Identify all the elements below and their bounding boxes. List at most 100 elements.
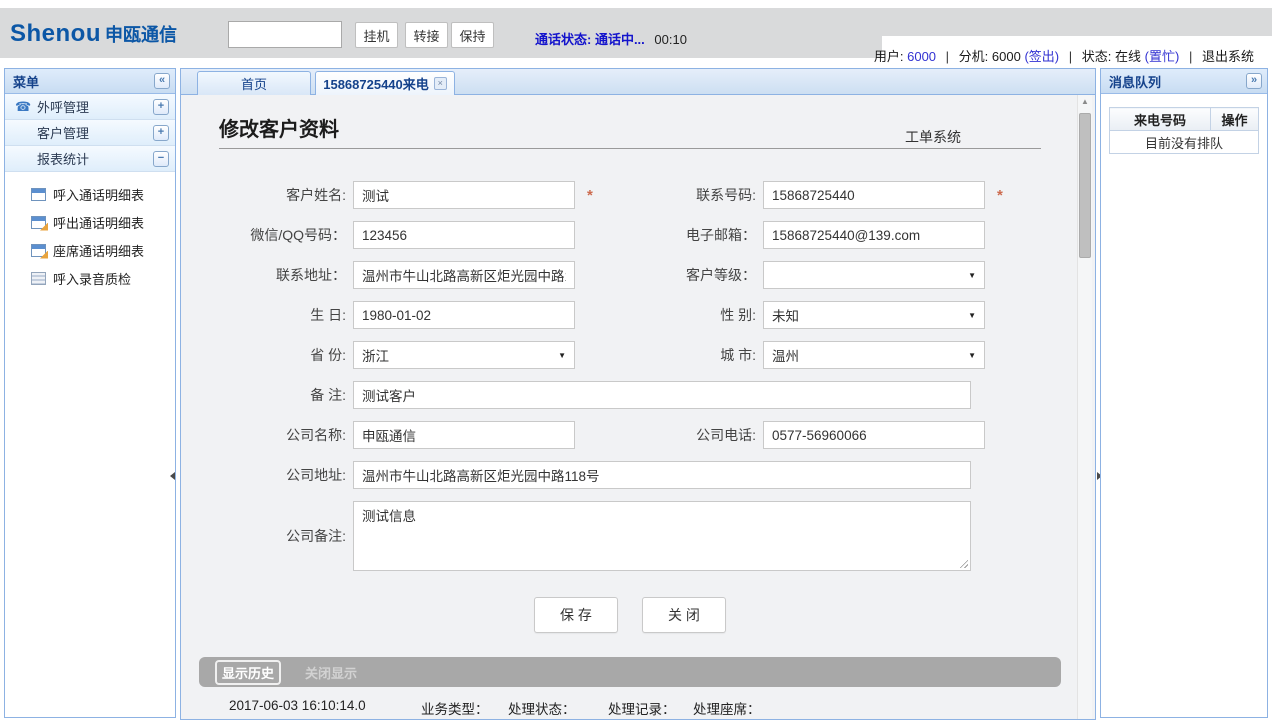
phone-icon: ☎ [15, 99, 31, 115]
menu-panel: 菜单 « ☎ 外呼管理 + 客户管理 + 报表统计 − 呼入通话明细表 呼出通话… [4, 68, 176, 718]
collapse-group-icon[interactable]: − [153, 151, 169, 167]
group-icon-slot [15, 151, 31, 167]
menu-item-label: 呼入通话明细表 [53, 185, 144, 204]
contact-address-label: 联系地址： [181, 265, 346, 285]
wechat-qq-input[interactable] [353, 221, 575, 249]
queue-empty-text: 目前没有排队 [1110, 131, 1259, 154]
logo-en: Shenou [10, 20, 101, 47]
customer-name-label: 客户姓名: [181, 185, 346, 205]
hide-history-button[interactable]: 关闭显示 [305, 663, 357, 682]
history-record-time: 2017-06-03 16:10:14.0 [229, 698, 366, 713]
user-id-link[interactable]: 6000 [907, 49, 936, 64]
menu-item-inbound-call-report[interactable]: 呼入通话明细表 [5, 180, 175, 208]
hold-button[interactable]: 保持 [451, 22, 494, 48]
close-button[interactable]: 关 闭 [642, 597, 726, 633]
menu-item-outbound-call-report[interactable]: 呼出通话明细表 [5, 208, 175, 236]
tab-label: 首页 [241, 74, 267, 93]
email-input[interactable] [763, 221, 985, 249]
province-select[interactable]: 浙江 ▼ [353, 341, 575, 369]
scrollbar-thumb[interactable] [1079, 113, 1091, 258]
separator: | [1069, 49, 1072, 64]
hangup-button[interactable]: 挂机 [355, 22, 398, 48]
left-splitter-collapse-handle[interactable] [170, 472, 175, 480]
history-process-agent-label: 处理座席： [693, 698, 761, 718]
separator: | [946, 49, 949, 64]
contact-number-input[interactable] [763, 181, 985, 209]
company-phone-input[interactable] [763, 421, 985, 449]
show-history-button[interactable]: 显示历史 [215, 660, 281, 685]
queue-panel-header: 消息队列 » [1101, 69, 1267, 94]
collapse-menu-button[interactable]: « [154, 73, 170, 89]
menu-item-label: 座席通话明细表 [53, 241, 144, 260]
group-icon-slot [15, 125, 31, 141]
select-value: 温州 [772, 345, 799, 365]
logo: Shenou申瓯通信 [10, 20, 177, 48]
work-order-link[interactable]: 工单系统 [905, 127, 961, 147]
menu-group-customer[interactable]: 客户管理 + [5, 120, 175, 146]
company-address-input[interactable] [353, 461, 971, 489]
logout-link[interactable]: 退出系统 [1202, 49, 1254, 64]
province-label: 省 份: [181, 345, 346, 365]
main-panel: 首页 15868725440来电 × 修改客户资料 工单系统 客户姓名: * 联… [180, 68, 1096, 720]
report-edit-icon [31, 216, 46, 229]
chevron-down-icon: ▼ [968, 271, 976, 280]
birthday-input[interactable] [353, 301, 575, 329]
history-bar: 显示历史 关闭显示 [199, 657, 1061, 687]
city-select[interactable]: 温州 ▼ [763, 341, 985, 369]
company-remark-textarea[interactable]: 测试信息 [353, 501, 971, 571]
ext-label: 分机: [959, 49, 989, 64]
queue-empty-row: 目前没有排队 [1110, 131, 1259, 154]
gender-select[interactable]: 未知 ▼ [763, 301, 985, 329]
company-phone-label: 公司电话: [591, 425, 756, 445]
tab-incoming-call[interactable]: 15868725440来电 × [315, 71, 455, 95]
contact-address-input[interactable] [353, 261, 575, 289]
menu-item-label: 呼入录音质检 [53, 269, 131, 288]
title-rule [219, 148, 1041, 149]
busy-link[interactable]: (置忙) [1145, 49, 1180, 64]
required-marker: * [997, 187, 1003, 204]
remark-input[interactable] [353, 381, 971, 409]
company-remark-label: 公司备注: [181, 526, 346, 546]
tab-home[interactable]: 首页 [197, 71, 311, 95]
select-value: 浙江 [362, 345, 389, 365]
customer-level-label: 客户等级： [591, 265, 756, 285]
message-queue-panel: 消息队列 » 来电号码 操作 目前没有排队 [1100, 68, 1268, 718]
gender-label: 性 别: [591, 305, 756, 325]
queue-col-action: 操作 [1211, 108, 1259, 131]
vertical-scrollbar[interactable]: ▲ [1077, 95, 1092, 719]
signout-link[interactable]: (签出) [1024, 49, 1059, 64]
tab-close-icon[interactable]: × [434, 77, 447, 90]
menu-group-outbound[interactable]: ☎ 外呼管理 + [5, 94, 175, 120]
chevron-down-icon: ▼ [558, 351, 566, 360]
scroll-up-icon[interactable]: ▲ [1078, 97, 1092, 106]
menu-group-reports[interactable]: 报表统计 − [5, 146, 175, 172]
call-timer: 00:10 [654, 32, 687, 47]
menu-item-agent-call-report[interactable]: 座席通话明细表 [5, 236, 175, 264]
customer-name-input[interactable] [353, 181, 575, 209]
save-button[interactable]: 保 存 [534, 597, 618, 633]
dial-input[interactable] [228, 21, 342, 48]
company-address-label: 公司地址: [181, 465, 346, 485]
menu-group-label: 客户管理 [37, 123, 147, 142]
company-name-input[interactable] [353, 421, 575, 449]
chevron-down-icon: ▼ [968, 311, 976, 320]
menu-panel-header: 菜单 « [5, 69, 175, 94]
birthday-label: 生 日: [181, 305, 346, 325]
customer-level-select[interactable]: ▼ [763, 261, 985, 289]
expand-queue-button[interactable]: » [1246, 73, 1262, 89]
select-value: 未知 [772, 305, 799, 325]
app: Shenou申瓯通信 挂机 转接 保持 通话状态: 通话中... 00:10 用… [0, 0, 1272, 720]
expand-group-icon[interactable]: + [153, 99, 169, 115]
email-label: 电子邮箱： [591, 225, 756, 245]
report-submenu: 呼入通话明细表 呼出通话明细表 座席通话明细表 呼入录音质检 [5, 172, 175, 292]
history-process-record-label: 处理记录： [608, 698, 676, 718]
transfer-button[interactable]: 转接 [405, 22, 448, 48]
city-label: 城 市: [591, 345, 756, 365]
logo-cn: 申瓯通信 [105, 25, 177, 45]
expand-group-icon[interactable]: + [153, 125, 169, 141]
queue-table: 来电号码 操作 目前没有排队 [1109, 107, 1259, 154]
menu-item-inbound-recording-qc[interactable]: 呼入录音质检 [5, 264, 175, 292]
menu-group-label: 报表统计 [37, 149, 147, 168]
report-edit-icon [31, 244, 46, 257]
status-value: 在线 [1115, 49, 1141, 64]
